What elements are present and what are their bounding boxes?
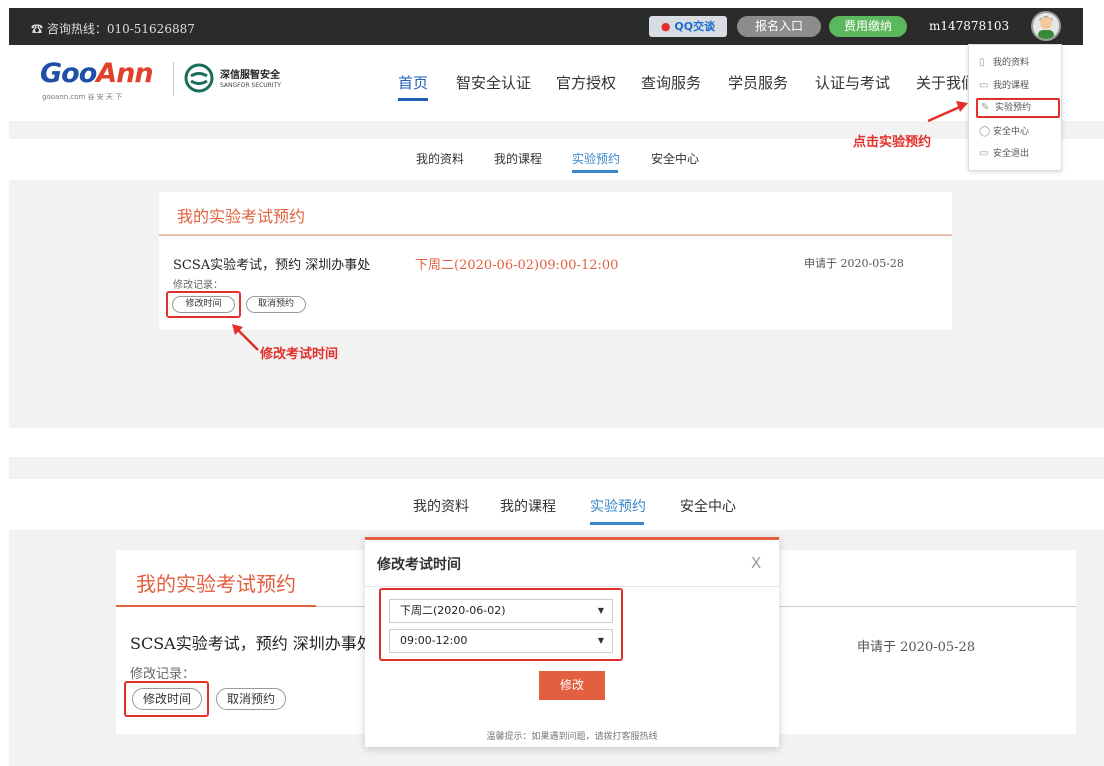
- qq-icon: ●: [660, 20, 671, 33]
- modify-time-modal: 修改考试时间 X 下周二(2020-06-02) ▼ 09:00-12:00 ▼ 修…: [365, 537, 779, 747]
- modal-title: 修改考试时间: [377, 557, 461, 573]
- sangfor-subtitle: SANGFOR SECURITY: [220, 82, 281, 89]
- qq-chat-label: QQ交谈: [674, 20, 716, 33]
- hotline-text: ☎ 咨询热线：010-51626887: [31, 22, 195, 36]
- modal-tip: 温馨提示：如果遇到问题，请拨打客服热线: [486, 732, 658, 742]
- signup-entry-button[interactable]: 报名入口: [737, 16, 821, 37]
- annotation-modify-time: 修改考试时间: [260, 347, 339, 362]
- close-icon[interactable]: X: [751, 554, 761, 572]
- nav-certification[interactable]: 智安全认证: [456, 72, 531, 93]
- annotation-arrow-modify: [232, 324, 259, 351]
- nav-about[interactable]: 关于我们: [916, 72, 968, 93]
- modification-record-label-lower: 修改记录：: [130, 667, 196, 682]
- nav-active-indicator: [398, 98, 428, 101]
- nav-authorization[interactable]: 官方授权: [556, 72, 616, 93]
- subtab-security[interactable]: 安全中心: [651, 150, 699, 167]
- user-avatar-icon: [1038, 16, 1054, 39]
- annotation-click-lab: 点击实验预约: [853, 135, 932, 150]
- time-select[interactable]: 09:00-12:00 ▼: [389, 629, 613, 653]
- subtab-active-indicator-lower: [590, 522, 644, 525]
- monitor-icon: ▭: [979, 80, 989, 91]
- modification-record-label: 修改记录：: [173, 280, 223, 291]
- nav-exam[interactable]: 认证与考试: [815, 72, 890, 93]
- modify-time-button-lower[interactable]: 修改时间: [132, 688, 202, 710]
- logo-divider: [173, 62, 174, 96]
- subtab-courses[interactable]: 我的课程: [494, 150, 542, 167]
- subtab-lab-booking[interactable]: 实验预约: [572, 150, 620, 167]
- title-accent-rule: [159, 234, 952, 236]
- menu-item-lab-booking[interactable]: ✎ 实验预约: [976, 98, 1060, 118]
- subtab-active-indicator: [572, 170, 618, 173]
- title-accent-rule-lower: [116, 605, 316, 607]
- subtab-profile-lower[interactable]: 我的资料: [413, 496, 469, 516]
- nav-student[interactable]: 学员服务: [728, 72, 788, 93]
- user-dropdown-menu: ▯ 我的资料 ▭ 我的课程 ✎ 实验预约 ◯ 安全中心 ▭ 安全退出: [968, 44, 1062, 171]
- modal-divider: [365, 586, 779, 587]
- edit-icon: ✎: [981, 102, 990, 113]
- menu-item-security[interactable]: ◯ 安全中心: [979, 122, 1057, 142]
- menu-item-logout[interactable]: ▭ 安全退出: [979, 144, 1057, 164]
- exam-name: SCSA实验考试，预约 深圳办事处: [173, 258, 371, 273]
- gooann-logo-subtitle: gooann.com 谷 安 天 下: [42, 93, 123, 101]
- subtab-security-lower[interactable]: 安全中心: [680, 496, 736, 516]
- applied-date: 申请于 2020-05-28: [804, 257, 904, 270]
- document-icon: ▯: [979, 57, 985, 68]
- shield-icon: ◯: [979, 126, 991, 137]
- booking-card-upper: 我的实验考试预约 SCSA实验考试，预约 深圳办事处 下周二(2020-06-0…: [159, 192, 952, 330]
- username[interactable]: m147878103: [929, 19, 1009, 33]
- logout-icon: ▭: [979, 148, 989, 159]
- subtab-lab-booking-lower[interactable]: 实验预约: [590, 496, 646, 516]
- exam-name-lower: SCSA实验考试，预约 深圳办事处: [130, 634, 373, 653]
- modify-submit-button[interactable]: 修改: [539, 671, 605, 700]
- nav-home[interactable]: 首页: [398, 72, 428, 93]
- qq-chat-button[interactable]: ● QQ交谈: [649, 16, 727, 37]
- chevron-down-icon: ▼: [597, 606, 604, 615]
- date-select[interactable]: 下周二(2020-06-02) ▼: [389, 599, 613, 623]
- chevron-down-icon: ▼: [597, 636, 604, 645]
- menu-item-courses[interactable]: ▭ 我的课程: [979, 76, 1057, 96]
- booking-title: 我的实验考试预约: [177, 207, 306, 226]
- subtab-courses-lower[interactable]: 我的课程: [500, 496, 556, 516]
- cancel-booking-button-lower[interactable]: 取消预约: [216, 688, 286, 710]
- gooann-logo[interactable]: GooAnn: [40, 58, 154, 89]
- sangfor-logo-icon: [184, 63, 214, 93]
- applied-date-lower: 申请于 2020-05-28: [857, 640, 976, 655]
- annotation-arrow-lab: [927, 101, 968, 123]
- lower-divider-band: [9, 457, 1104, 479]
- sangfor-name: 深信服智安全: [220, 70, 280, 81]
- subtab-profile[interactable]: 我的资料: [416, 150, 464, 167]
- cancel-booking-button[interactable]: 取消预约: [246, 296, 306, 313]
- exam-date: 下周二(2020-06-02)09:00-12:00: [415, 258, 619, 273]
- nav-query[interactable]: 查询服务: [641, 72, 701, 93]
- fee-payment-button[interactable]: 费用缴纳: [829, 16, 907, 37]
- booking-title-lower: 我的实验考试预约: [136, 572, 296, 596]
- modify-time-button[interactable]: 修改时间: [172, 296, 235, 313]
- avatar[interactable]: [1031, 11, 1061, 41]
- menu-item-profile[interactable]: ▯ 我的资料: [979, 53, 1057, 73]
- top-bar: ☎ 咨询热线：010-51626887 ● QQ交谈 报名入口 费用缴纳 m14…: [9, 8, 1083, 45]
